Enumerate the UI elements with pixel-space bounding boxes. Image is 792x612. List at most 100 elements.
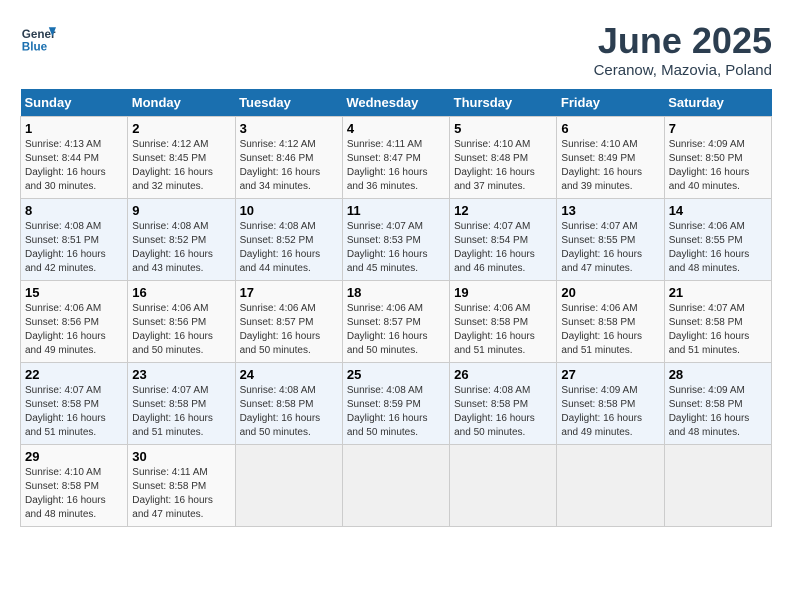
day-info: Sunrise: 4:08 AM Sunset: 8:51 PM Dayligh…	[25, 220, 123, 276]
calendar-cell: 17 Sunrise: 4:06 AM Sunset: 8:57 PM Dayli…	[235, 281, 342, 363]
calendar-cell: 9 Sunrise: 4:08 AM Sunset: 8:52 PM Daylig…	[128, 199, 235, 281]
calendar-cell: 18 Sunrise: 4:06 AM Sunset: 8:57 PM Dayli…	[342, 281, 449, 363]
day-number: 28	[669, 367, 767, 382]
calendar-cell: 7Sunrise: 4:09 AM Sunset: 8:50 PM Daylig…	[664, 117, 771, 199]
calendar-cell: 2 Sunrise: 4:12 AM Sunset: 8:45 PM Daylig…	[128, 117, 235, 199]
calendar-cell: 26 Sunrise: 4:08 AM Sunset: 8:58 PM Dayli…	[450, 363, 557, 445]
calendar-cell: 30Sunrise: 4:11 AM Sunset: 8:58 PM Dayli…	[128, 445, 235, 527]
calendar-cell: 10 Sunrise: 4:08 AM Sunset: 8:52 PM Dayli…	[235, 199, 342, 281]
calendar-table: SundayMondayTuesdayWednesdayThursdayFrid…	[20, 89, 772, 527]
day-info: Sunrise: 4:07 AM Sunset: 8:54 PM Dayligh…	[454, 220, 552, 276]
day-info: Sunrise: 4:08 AM Sunset: 8:52 PM Dayligh…	[132, 220, 230, 276]
day-number: 27	[561, 367, 659, 382]
col-header-sunday: Sunday	[21, 89, 128, 117]
calendar-cell: 3 Sunrise: 4:12 AM Sunset: 8:46 PM Daylig…	[235, 117, 342, 199]
day-info: Sunrise: 4:12 AM Sunset: 8:46 PM Dayligh…	[240, 138, 338, 194]
calendar-cell	[450, 445, 557, 527]
calendar-row: 8 Sunrise: 4:08 AM Sunset: 8:51 PM Daylig…	[21, 199, 772, 281]
day-number: 11	[347, 203, 445, 218]
col-header-monday: Monday	[128, 89, 235, 117]
col-header-saturday: Saturday	[664, 89, 771, 117]
day-info: Sunrise: 4:08 AM Sunset: 8:59 PM Dayligh…	[347, 384, 445, 440]
day-info: Sunrise: 4:07 AM Sunset: 8:58 PM Dayligh…	[669, 302, 767, 358]
calendar-cell: 28 Sunrise: 4:09 AM Sunset: 8:58 PM Dayli…	[664, 363, 771, 445]
location-title: Ceranow, Mazovia, Poland	[594, 62, 772, 79]
day-number: 2	[132, 121, 230, 136]
calendar-cell: 11 Sunrise: 4:07 AM Sunset: 8:53 PM Dayli…	[342, 199, 449, 281]
day-number: 26	[454, 367, 552, 382]
calendar-cell: 14Sunrise: 4:06 AM Sunset: 8:55 PM Dayli…	[664, 199, 771, 281]
day-info: Sunrise: 4:11 AM Sunset: 8:47 PM Dayligh…	[347, 138, 445, 194]
month-title: June 2025	[594, 20, 772, 62]
day-info: Sunrise: 4:07 AM Sunset: 8:58 PM Dayligh…	[25, 384, 123, 440]
calendar-row: 15 Sunrise: 4:06 AM Sunset: 8:56 PM Dayli…	[21, 281, 772, 363]
day-number: 25	[347, 367, 445, 382]
day-number: 17	[240, 285, 338, 300]
day-info: Sunrise: 4:07 AM Sunset: 8:53 PM Dayligh…	[347, 220, 445, 276]
day-number: 19	[454, 285, 552, 300]
day-info: Sunrise: 4:10 AM Sunset: 8:48 PM Dayligh…	[454, 138, 552, 194]
day-info: Sunrise: 4:11 AM Sunset: 8:58 PM Dayligh…	[132, 466, 230, 522]
day-number: 22	[25, 367, 123, 382]
day-info: Sunrise: 4:13 AM Sunset: 8:44 PM Dayligh…	[25, 138, 123, 194]
day-number: 21	[669, 285, 767, 300]
day-info: Sunrise: 4:08 AM Sunset: 8:52 PM Dayligh…	[240, 220, 338, 276]
day-info: Sunrise: 4:07 AM Sunset: 8:58 PM Dayligh…	[132, 384, 230, 440]
header: General Blue June 2025 Ceranow, Mazovia,…	[20, 20, 772, 79]
day-number: 15	[25, 285, 123, 300]
day-number: 8	[25, 203, 123, 218]
svg-text:Blue: Blue	[22, 41, 48, 54]
title-area: June 2025 Ceranow, Mazovia, Poland	[594, 20, 772, 79]
day-info: Sunrise: 4:06 AM Sunset: 8:55 PM Dayligh…	[669, 220, 767, 276]
day-number: 20	[561, 285, 659, 300]
day-info: Sunrise: 4:08 AM Sunset: 8:58 PM Dayligh…	[454, 384, 552, 440]
day-info: Sunrise: 4:09 AM Sunset: 8:58 PM Dayligh…	[669, 384, 767, 440]
day-info: Sunrise: 4:10 AM Sunset: 8:49 PM Dayligh…	[561, 138, 659, 194]
calendar-row: 22 Sunrise: 4:07 AM Sunset: 8:58 PM Dayli…	[21, 363, 772, 445]
calendar-cell: 29Sunrise: 4:10 AM Sunset: 8:58 PM Dayli…	[21, 445, 128, 527]
calendar-cell: 8 Sunrise: 4:08 AM Sunset: 8:51 PM Daylig…	[21, 199, 128, 281]
calendar-row: 29Sunrise: 4:10 AM Sunset: 8:58 PM Dayli…	[21, 445, 772, 527]
calendar-cell: 1 Sunrise: 4:13 AM Sunset: 8:44 PM Daylig…	[21, 117, 128, 199]
calendar-cell: 20 Sunrise: 4:06 AM Sunset: 8:58 PM Dayli…	[557, 281, 664, 363]
calendar-cell: 21 Sunrise: 4:07 AM Sunset: 8:58 PM Dayli…	[664, 281, 771, 363]
day-number: 18	[347, 285, 445, 300]
calendar-cell: 22 Sunrise: 4:07 AM Sunset: 8:58 PM Dayli…	[21, 363, 128, 445]
day-info: Sunrise: 4:06 AM Sunset: 8:56 PM Dayligh…	[25, 302, 123, 358]
day-number: 4	[347, 121, 445, 136]
calendar-cell: 16 Sunrise: 4:06 AM Sunset: 8:56 PM Dayli…	[128, 281, 235, 363]
day-number: 16	[132, 285, 230, 300]
day-info: Sunrise: 4:06 AM Sunset: 8:56 PM Dayligh…	[132, 302, 230, 358]
col-header-thursday: Thursday	[450, 89, 557, 117]
calendar-cell: 4 Sunrise: 4:11 AM Sunset: 8:47 PM Daylig…	[342, 117, 449, 199]
calendar-cell: 6 Sunrise: 4:10 AM Sunset: 8:49 PM Daylig…	[557, 117, 664, 199]
calendar-cell: 13Sunrise: 4:07 AM Sunset: 8:55 PM Dayli…	[557, 199, 664, 281]
calendar-cell: 25 Sunrise: 4:08 AM Sunset: 8:59 PM Dayli…	[342, 363, 449, 445]
day-number: 12	[454, 203, 552, 218]
calendar-cell: 15 Sunrise: 4:06 AM Sunset: 8:56 PM Dayli…	[21, 281, 128, 363]
day-number: 1	[25, 121, 123, 136]
day-info: Sunrise: 4:09 AM Sunset: 8:58 PM Dayligh…	[561, 384, 659, 440]
col-header-friday: Friday	[557, 89, 664, 117]
calendar-cell: 23 Sunrise: 4:07 AM Sunset: 8:58 PM Dayli…	[128, 363, 235, 445]
day-number: 7	[669, 121, 767, 136]
col-header-tuesday: Tuesday	[235, 89, 342, 117]
calendar-cell: 24 Sunrise: 4:08 AM Sunset: 8:58 PM Dayli…	[235, 363, 342, 445]
calendar-cell: 5Sunrise: 4:10 AM Sunset: 8:48 PM Daylig…	[450, 117, 557, 199]
day-info: Sunrise: 4:06 AM Sunset: 8:58 PM Dayligh…	[454, 302, 552, 358]
day-info: Sunrise: 4:08 AM Sunset: 8:58 PM Dayligh…	[240, 384, 338, 440]
calendar-cell	[664, 445, 771, 527]
day-number: 9	[132, 203, 230, 218]
day-number: 23	[132, 367, 230, 382]
day-info: Sunrise: 4:06 AM Sunset: 8:57 PM Dayligh…	[347, 302, 445, 358]
day-info: Sunrise: 4:06 AM Sunset: 8:57 PM Dayligh…	[240, 302, 338, 358]
day-number: 3	[240, 121, 338, 136]
calendar-row: 1 Sunrise: 4:13 AM Sunset: 8:44 PM Daylig…	[21, 117, 772, 199]
day-info: Sunrise: 4:06 AM Sunset: 8:58 PM Dayligh…	[561, 302, 659, 358]
day-number: 10	[240, 203, 338, 218]
day-info: Sunrise: 4:10 AM Sunset: 8:58 PM Dayligh…	[25, 466, 123, 522]
day-number: 24	[240, 367, 338, 382]
calendar-cell: 19 Sunrise: 4:06 AM Sunset: 8:58 PM Dayli…	[450, 281, 557, 363]
day-info: Sunrise: 4:12 AM Sunset: 8:45 PM Dayligh…	[132, 138, 230, 194]
day-number: 6	[561, 121, 659, 136]
